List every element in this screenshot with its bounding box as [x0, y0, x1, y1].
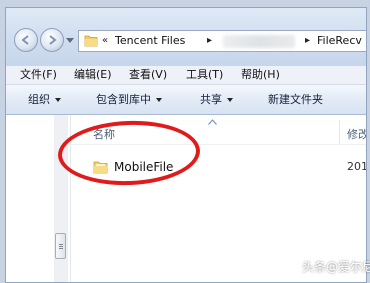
grip-line	[59, 244, 63, 245]
menu-file[interactable]: 文件(F)	[20, 66, 57, 84]
blurred-breadcrumb-segment	[223, 35, 295, 48]
folder-icon	[84, 35, 98, 47]
watermark: 头条@爱尔尼	[282, 256, 370, 276]
sort-ascending-icon	[208, 119, 217, 125]
scrollbar-thumb[interactable]	[55, 233, 66, 259]
navigation-pane	[6, 115, 71, 282]
menu-tools[interactable]: 工具(T)	[186, 66, 223, 84]
address-bar[interactable]: « Tencent Files ▸ ▸ FileRecv	[78, 30, 366, 52]
breadcrumb-overflow-chevron[interactable]: «	[102, 34, 108, 48]
menu-bar: 文件(F) 编辑(E) 查看(V) 工具(T) 帮助(H)	[6, 66, 366, 85]
breadcrumb-filerecv[interactable]: FileRecv	[317, 34, 362, 48]
organize-label: 组织	[28, 93, 50, 106]
chevron-down-icon	[55, 98, 61, 102]
menu-help[interactable]: 帮助(H)	[241, 66, 280, 84]
arrow-left-icon	[21, 35, 29, 45]
include-in-library-label: 包含到库中	[96, 93, 151, 106]
share-button[interactable]: 共享	[200, 85, 233, 114]
history-dropdown-icon[interactable]	[66, 38, 74, 44]
grip-line	[59, 248, 63, 249]
menu-view[interactable]: 查看(V)	[129, 66, 167, 84]
chevron-down-icon	[156, 98, 162, 102]
title-bar: « Tencent Files ▸ ▸ FileRecv	[6, 8, 366, 66]
breadcrumb-separator[interactable]: ▸	[207, 34, 212, 48]
chevron-down-icon	[227, 98, 233, 102]
file-date-modified: 201	[347, 160, 367, 173]
organize-button[interactable]: 组织	[28, 85, 61, 114]
grip-line	[59, 246, 63, 247]
toutiao-logo-icon	[282, 259, 298, 273]
watermark-text: 头条@爱尔尼	[302, 259, 370, 274]
new-folder-button[interactable]: 新建文件夹	[268, 85, 323, 114]
menu-edit[interactable]: 编辑(E)	[74, 66, 112, 84]
column-divider[interactable]	[339, 120, 340, 144]
command-bar: 组织 包含到库中 共享 新建文件夹	[6, 85, 366, 115]
include-in-library-button[interactable]: 包含到库中	[96, 85, 162, 114]
breadcrumb-separator[interactable]: ▸	[305, 34, 310, 48]
share-label: 共享	[200, 93, 222, 106]
forward-button[interactable]	[40, 28, 64, 52]
column-header-date-modified[interactable]: 修改	[347, 126, 366, 142]
back-button[interactable]	[14, 28, 38, 52]
arrow-right-icon	[49, 35, 57, 45]
breadcrumb-tencent-files[interactable]: Tencent Files	[115, 34, 185, 48]
